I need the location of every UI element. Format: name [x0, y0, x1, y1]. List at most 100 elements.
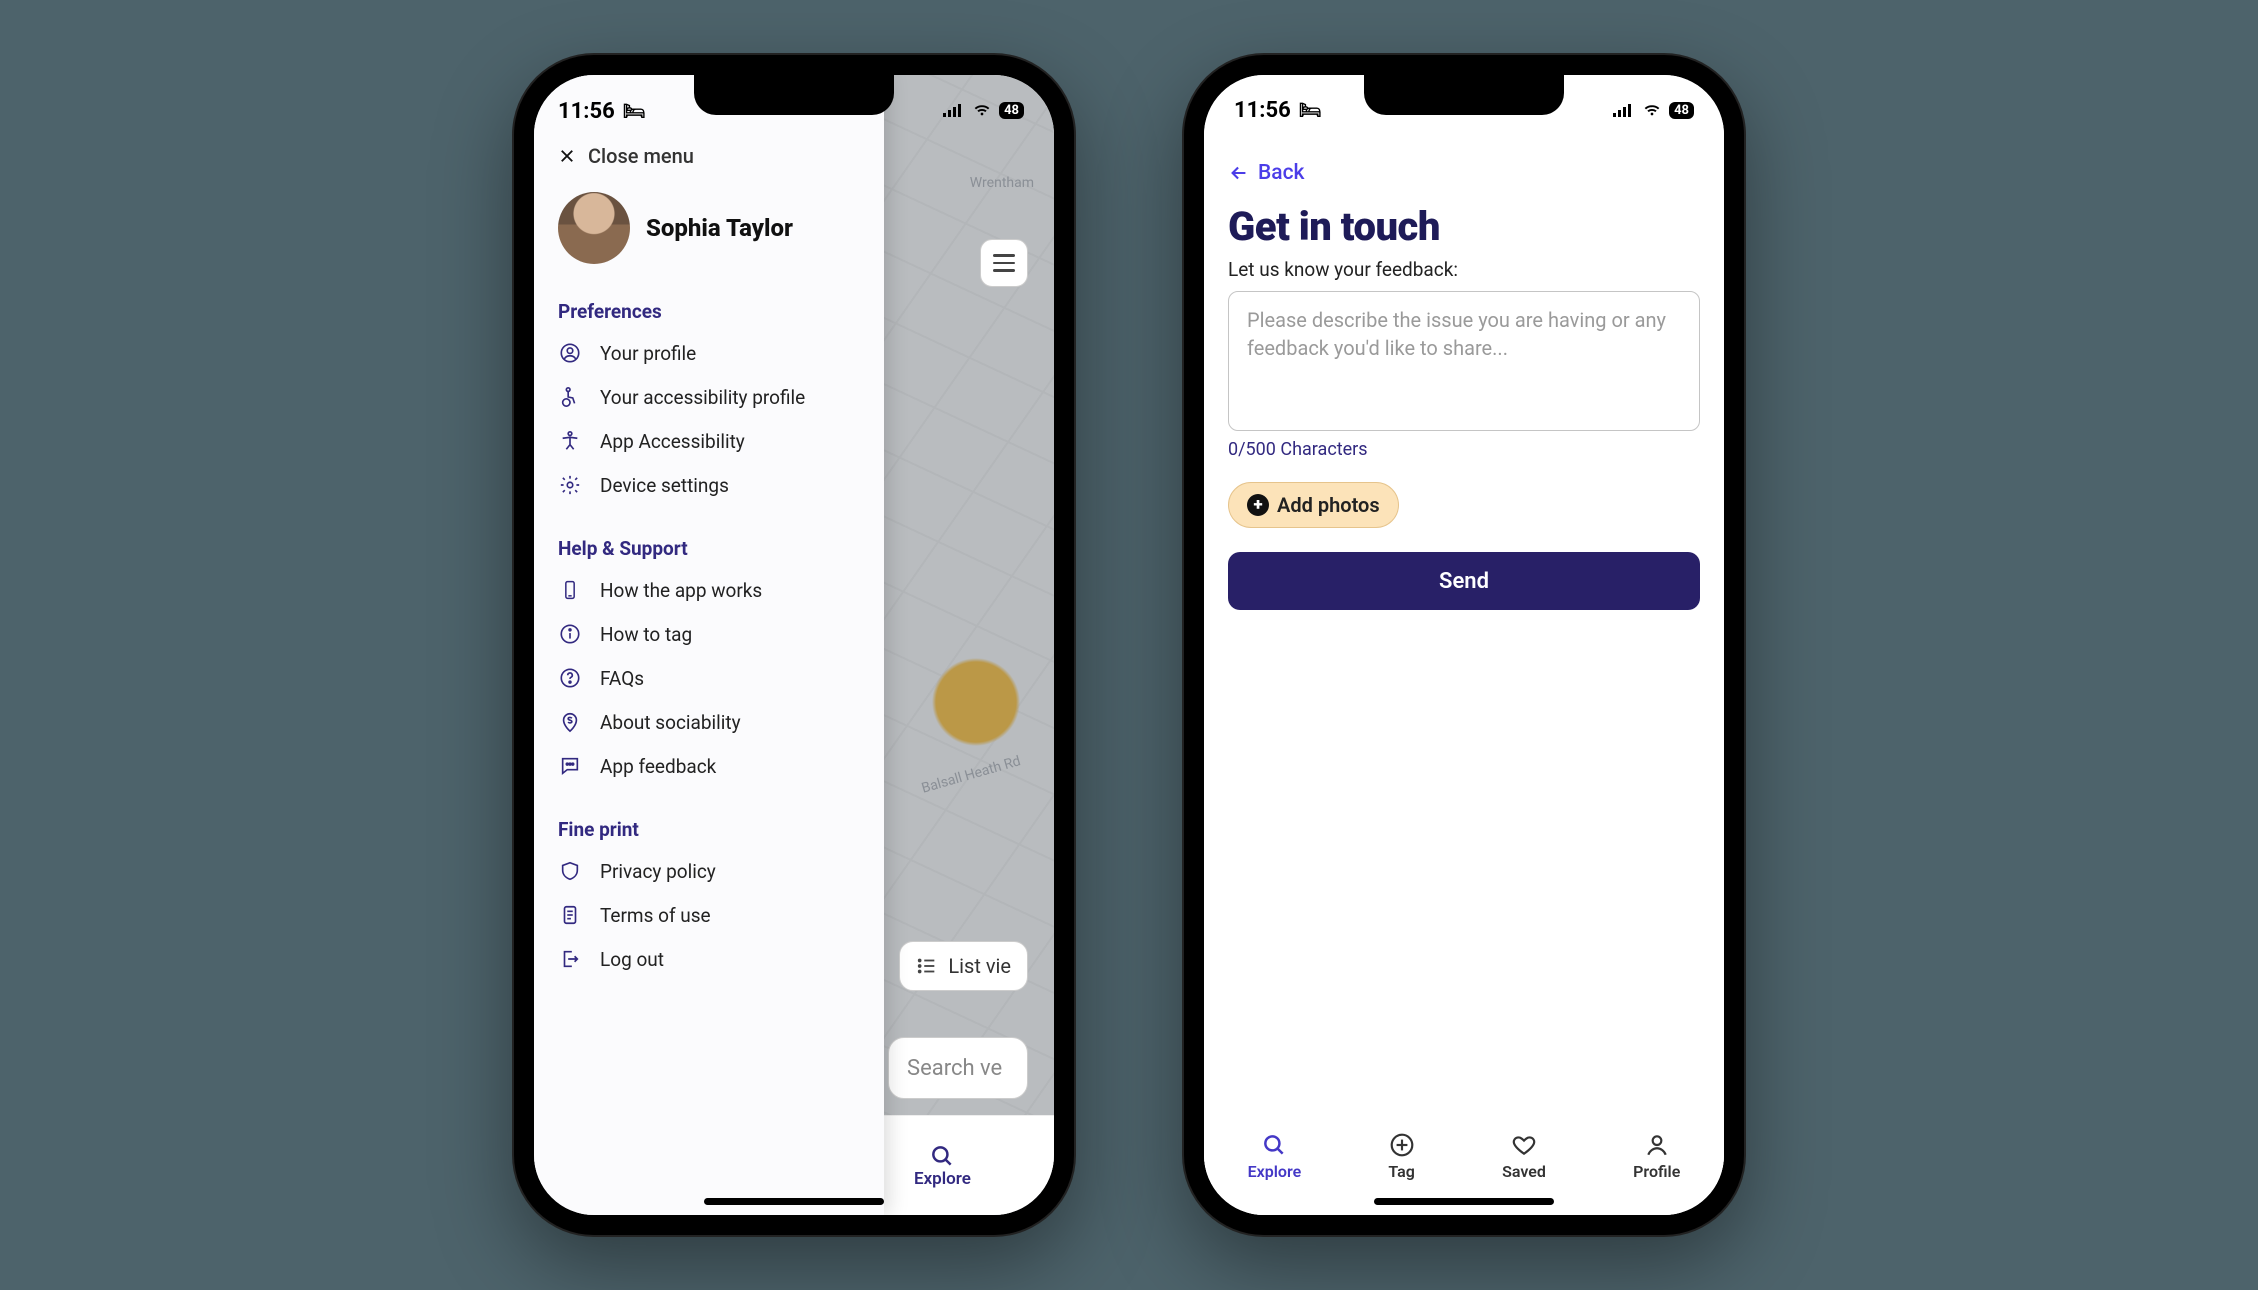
section-title-preferences: Preferences: [558, 300, 860, 323]
menu-item-accessibility-profile[interactable]: Your accessibility profile: [558, 375, 860, 419]
menu-list-preferences: Your profile Your accessibility profile …: [558, 331, 860, 507]
menu-item-label: Log out: [600, 948, 860, 971]
info-icon: [558, 622, 582, 646]
wifi-icon: [1641, 102, 1663, 118]
menu-item-label: Device settings: [600, 474, 860, 497]
search-placeholder: Search ve: [907, 1056, 1002, 1081]
close-icon: [558, 147, 576, 165]
menu-item-how-app-works[interactable]: How the app works: [558, 568, 860, 612]
nav-label: Explore: [1248, 1162, 1302, 1181]
profile-row[interactable]: Sophia Taylor: [558, 192, 860, 264]
heart-icon: [1511, 1132, 1537, 1158]
accessibility-person-icon: [558, 429, 582, 453]
wheelchair-icon: [558, 385, 582, 409]
screen-left: Wrentham Balsall Heath Rd List vie Searc…: [534, 75, 1054, 1215]
feedback-subtitle: Let us know your feedback:: [1204, 258, 1724, 281]
arrow-left-icon: [1228, 162, 1250, 184]
section-title-help: Help & Support: [558, 537, 860, 560]
phone-icon: [558, 578, 582, 602]
nav-explore-label: Explore: [914, 1169, 971, 1189]
list-icon: [916, 955, 938, 977]
search-icon: [929, 1143, 955, 1169]
screen-right: 11:56 🛏︎ 48 Back Get in touch Let us kno…: [1204, 75, 1724, 1215]
char-count: 0/500 Characters: [1204, 439, 1724, 460]
home-indicator: [704, 1198, 884, 1205]
menu-item-label: About sociability: [600, 711, 860, 734]
bottom-nav-partial: Explore: [874, 1115, 1054, 1215]
map-street-label: Wrentham: [970, 175, 1034, 191]
menu-item-label: Your profile: [600, 342, 860, 365]
feedback-placeholder: Please describe the issue you are having…: [1247, 308, 1666, 360]
menu-item-faqs[interactable]: FAQs: [558, 656, 860, 700]
notch: [694, 75, 894, 115]
list-view-label: List vie: [948, 954, 1011, 978]
menu-item-label: App feedback: [600, 755, 860, 778]
menu-item-log-out[interactable]: Log out: [558, 937, 860, 981]
drawer-menu: 11:56 🛏︎ Close menu Sophia Taylor Prefer…: [534, 75, 884, 1215]
close-menu-label: Close menu: [588, 144, 694, 168]
battery-icon: 48: [999, 102, 1024, 119]
avatar: [558, 192, 630, 264]
alarm-icon: 🛏︎: [1299, 100, 1322, 121]
nav-explore[interactable]: Explore: [914, 1143, 971, 1189]
send-button[interactable]: Send: [1228, 552, 1700, 610]
home-indicator: [1374, 1198, 1554, 1205]
menu-item-label: App Accessibility: [600, 430, 860, 453]
menu-item-app-accessibility[interactable]: App Accessibility: [558, 419, 860, 463]
back-button[interactable]: Back: [1204, 161, 1724, 185]
gear-icon: [558, 473, 582, 497]
notch: [1364, 75, 1564, 115]
nav-saved[interactable]: Saved: [1502, 1132, 1546, 1181]
menu-item-label: Privacy policy: [600, 860, 860, 883]
menu-list-help: How the app works How to tag FAQs About …: [558, 568, 860, 788]
add-photos-button[interactable]: + Add photos: [1228, 482, 1399, 528]
menu-item-label: Terms of use: [600, 904, 860, 927]
feedback-textarea[interactable]: Please describe the issue you are having…: [1228, 291, 1700, 431]
search-input-partial[interactable]: Search ve: [888, 1037, 1028, 1099]
plus-circle-icon: [1389, 1132, 1415, 1158]
user-circle-icon: [558, 341, 582, 365]
menu-item-label: How the app works: [600, 579, 860, 602]
nav-profile[interactable]: Profile: [1633, 1132, 1680, 1181]
nav-label: Saved: [1502, 1162, 1546, 1181]
nav-label: Profile: [1633, 1162, 1680, 1181]
chat-icon: [558, 754, 582, 778]
battery-icon: 48: [1669, 102, 1694, 119]
list-view-button[interactable]: List vie: [899, 941, 1028, 991]
menu-item-your-profile[interactable]: Your profile: [558, 331, 860, 375]
send-label: Send: [1439, 569, 1489, 594]
plus-circle-icon: +: [1247, 494, 1269, 516]
nav-label: Tag: [1388, 1162, 1414, 1181]
map-street-label: Balsall Heath Rd: [920, 753, 1023, 797]
menu-item-app-feedback[interactable]: App feedback: [558, 744, 860, 788]
menu-item-label: Your accessibility profile: [600, 386, 860, 409]
nav-tag[interactable]: Tag: [1388, 1132, 1414, 1181]
shield-icon: [558, 859, 582, 883]
feedback-page: Back Get in touch Let us know your feedb…: [1204, 75, 1724, 1215]
search-icon: [1261, 1132, 1287, 1158]
hamburger-menu-button[interactable]: [980, 239, 1028, 287]
back-label: Back: [1258, 161, 1305, 185]
profile-name: Sophia Taylor: [646, 214, 793, 242]
close-menu-button[interactable]: Close menu: [558, 144, 860, 168]
menu-item-privacy-policy[interactable]: Privacy policy: [558, 849, 860, 893]
menu-item-label: FAQs: [600, 667, 860, 690]
section-title-fineprint: Fine print: [558, 818, 860, 841]
nav-explore[interactable]: Explore: [1248, 1132, 1302, 1181]
document-icon: [558, 903, 582, 927]
menu-item-label: How to tag: [600, 623, 860, 646]
menu-item-how-to-tag[interactable]: How to tag: [558, 612, 860, 656]
menu-list-fineprint: Privacy policy Terms of use Log out: [558, 849, 860, 981]
phone-frame-left: Wrentham Balsall Heath Rd List vie Searc…: [514, 55, 1074, 1235]
signal-icon: [943, 103, 965, 117]
status-time: 11:56: [1234, 98, 1291, 123]
location-s-icon: [558, 710, 582, 734]
menu-item-about-sociability[interactable]: About sociability: [558, 700, 860, 744]
add-photos-label: Add photos: [1277, 493, 1380, 517]
signal-icon: [1613, 103, 1635, 117]
wifi-icon: [971, 102, 993, 118]
menu-item-terms-of-use[interactable]: Terms of use: [558, 893, 860, 937]
page-title: Get in touch: [1204, 203, 1724, 250]
logout-icon: [558, 947, 582, 971]
menu-item-device-settings[interactable]: Device settings: [558, 463, 860, 507]
